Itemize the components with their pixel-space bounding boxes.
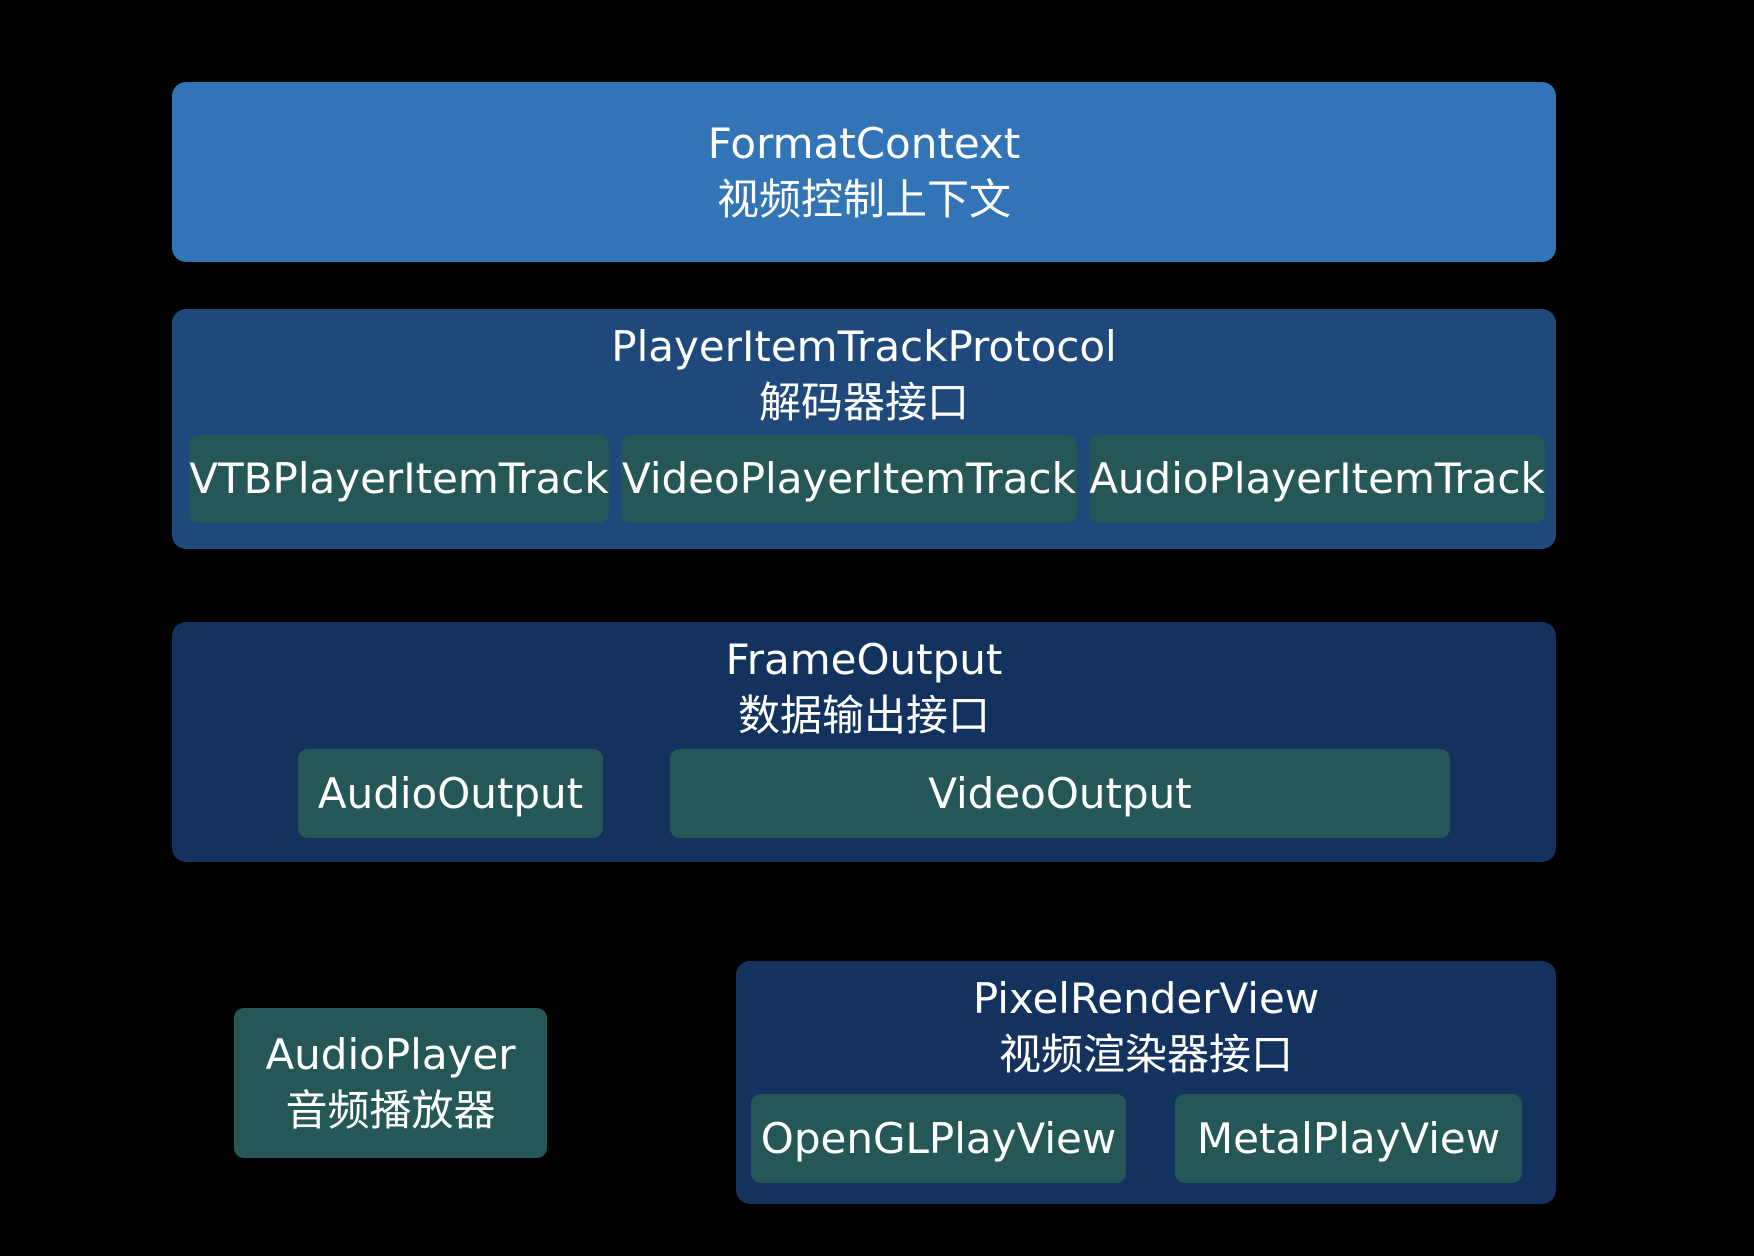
audio-player-name: AudioPlayer bbox=[265, 1030, 516, 1079]
format-context-desc: 视频控制上下文 bbox=[716, 175, 1011, 224]
track-protocol-desc: 解码器接口 bbox=[758, 378, 969, 427]
vtb-player-item-track-label: VTBPlayerItemTrack bbox=[189, 454, 609, 503]
audio-player-item-track-box: AudioPlayerItemTrack bbox=[1089, 435, 1545, 523]
frame-output-desc: 数据输出接口 bbox=[737, 691, 990, 740]
vtb-player-item-track-box: VTBPlayerItemTrack bbox=[189, 435, 609, 523]
render-view-title: PixelRenderView 视频渲染器接口 bbox=[736, 971, 1556, 1083]
format-context-name: FormatContext bbox=[707, 119, 1021, 168]
video-player-item-track-label: VideoPlayerItemTrack bbox=[622, 454, 1076, 503]
render-view-name: PixelRenderView bbox=[972, 974, 1320, 1023]
audio-output-box: AudioOutput bbox=[298, 749, 603, 838]
opengl-play-view-label: OpenGLPlayView bbox=[760, 1113, 1117, 1163]
opengl-play-view-box: OpenGLPlayView bbox=[751, 1094, 1126, 1183]
format-context-title: FormatContext 视频控制上下文 bbox=[172, 116, 1556, 228]
track-protocol-title: PlayerItemTrackProtocol 解码器接口 bbox=[172, 319, 1556, 431]
audio-player-item-track-label: AudioPlayerItemTrack bbox=[1089, 454, 1545, 503]
video-output-box: VideoOutput bbox=[670, 749, 1450, 838]
audio-output-label: AudioOutput bbox=[317, 768, 584, 818]
metal-play-view-label: MetalPlayView bbox=[1196, 1113, 1501, 1163]
video-output-label: VideoOutput bbox=[928, 768, 1192, 818]
metal-play-view-box: MetalPlayView bbox=[1175, 1094, 1522, 1183]
frame-output-name: FrameOutput bbox=[725, 635, 1003, 684]
format-context-layer: FormatContext 视频控制上下文 bbox=[172, 82, 1556, 262]
audio-player-desc: 音频播放器 bbox=[285, 1086, 496, 1135]
audio-player-box: AudioPlayer 音频播放器 bbox=[234, 1008, 547, 1158]
track-protocol-name: PlayerItemTrackProtocol bbox=[611, 322, 1117, 371]
render-view-desc: 视频渲染器接口 bbox=[998, 1030, 1293, 1079]
video-player-item-track-box: VideoPlayerItemTrack bbox=[621, 435, 1077, 523]
frame-output-title: FrameOutput 数据输出接口 bbox=[172, 632, 1556, 744]
